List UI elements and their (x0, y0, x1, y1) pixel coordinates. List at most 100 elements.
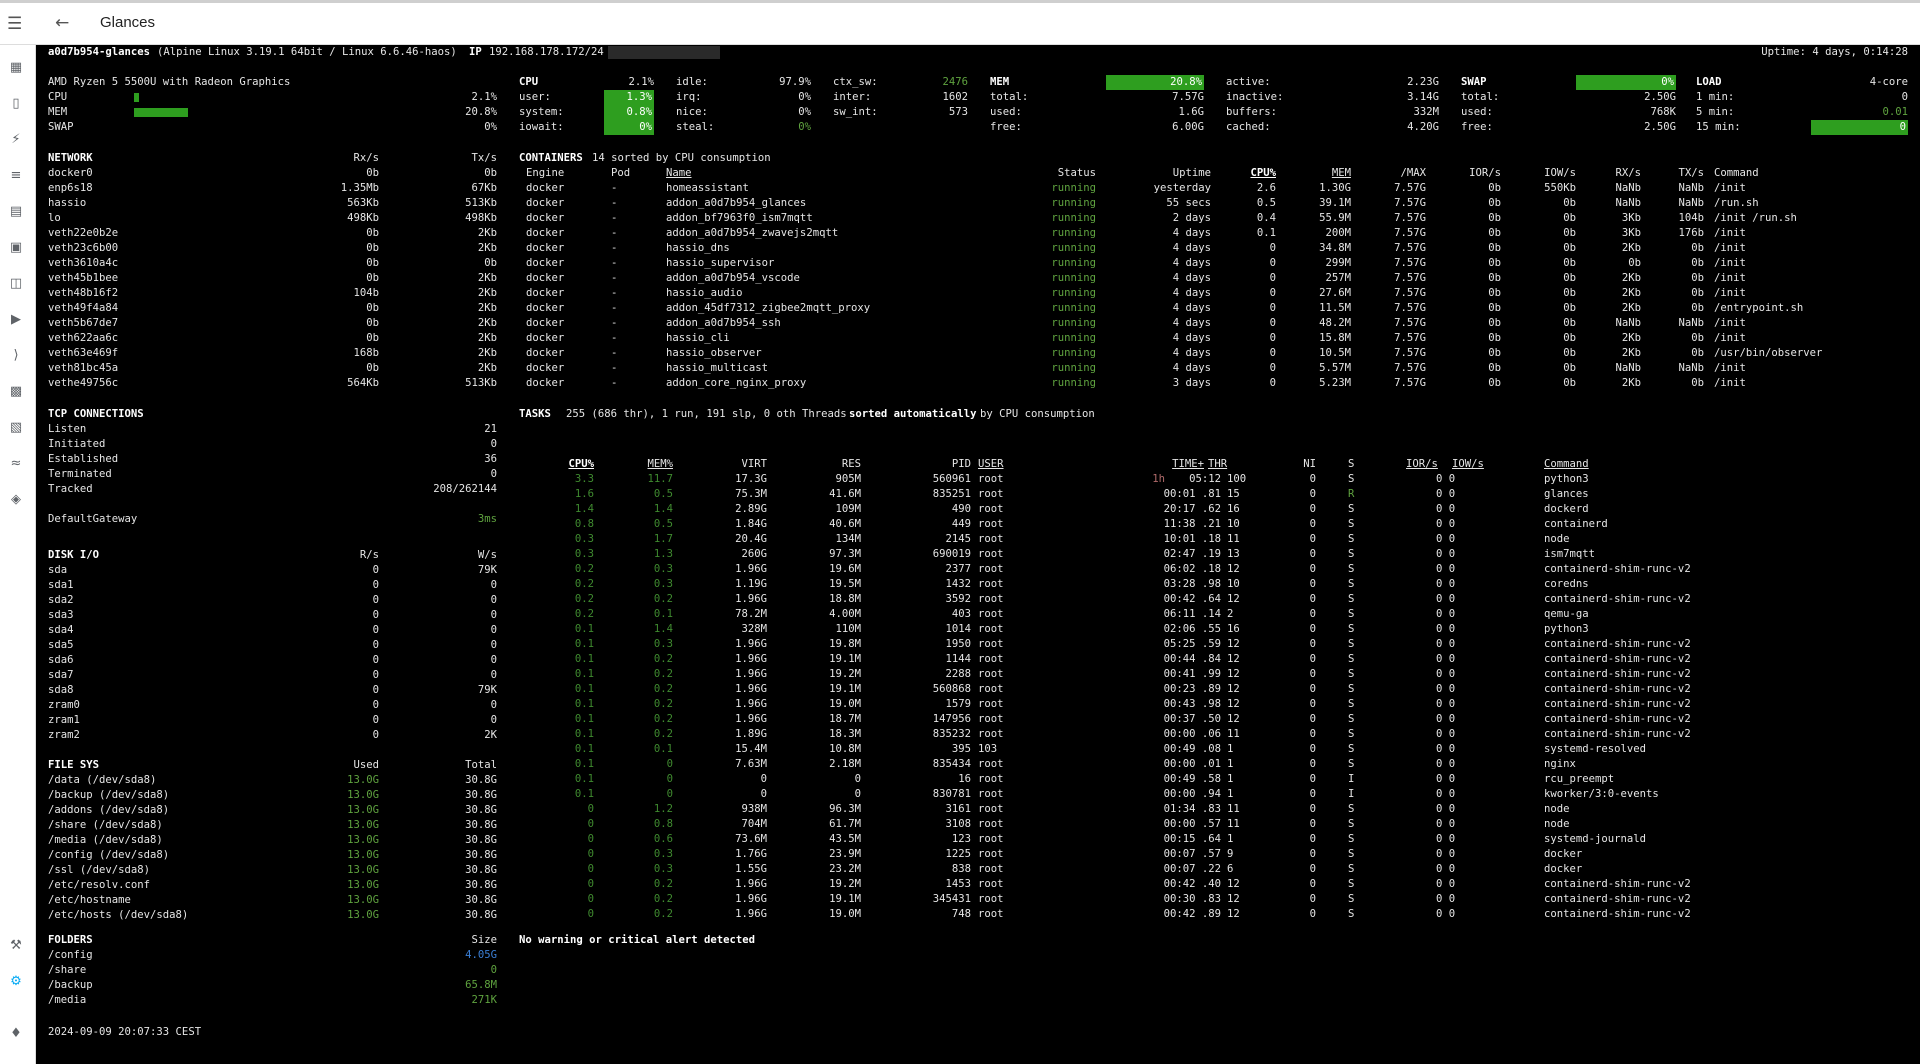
process-nice: 0 (1309, 818, 1316, 830)
process-pid: 3592 (945, 593, 971, 605)
dashboard-icon[interactable]: ▦ (7, 59, 25, 77)
process-status: S (1348, 578, 1355, 590)
map-icon[interactable]: ▯ (7, 95, 25, 113)
container-header[interactable]: Engine (526, 166, 564, 181)
process-io: 0 0 (1436, 653, 1456, 665)
process-user: 103 (978, 743, 998, 755)
disk-write: 79K (477, 684, 497, 696)
process-pid: 838 (951, 863, 971, 875)
settings-icon[interactable]: ⚙ (7, 973, 25, 991)
process-user: root (978, 593, 1004, 605)
process-pid: 1144 (945, 653, 971, 665)
process-header[interactable]: USER (978, 457, 1004, 472)
clipboard-icon[interactable]: ▧ (7, 419, 25, 437)
media-icon[interactable]: ▶ (7, 311, 25, 329)
network-tx: 2Kb (477, 332, 497, 344)
filesys-mount: /ssl (/dev/sda8) (48, 864, 151, 876)
process-io: 0 0 (1436, 608, 1456, 620)
filesys-total: 30.8G (465, 894, 497, 906)
disk-name: sda8 (48, 684, 74, 696)
container-cell: docker (526, 227, 565, 239)
terminal-icon[interactable]: ▩ (7, 383, 25, 401)
redacted-region (608, 46, 720, 59)
process-pid: 690019 (932, 548, 971, 560)
container-header[interactable]: Name (666, 166, 692, 181)
page-title: Glances (100, 14, 156, 31)
network-interface: docker0 (48, 167, 93, 179)
vscode-icon[interactable]: ⟩ (7, 347, 25, 365)
process-command: node (1544, 818, 1570, 830)
filesys-mount: /config (/dev/sda8) (48, 849, 170, 861)
container-cell: addon_a0d7b954_glances (666, 197, 807, 209)
process-header[interactable]: NI (1116, 457, 1316, 472)
process-command: nginx (1544, 758, 1576, 770)
container-header[interactable]: Command (1714, 166, 1759, 181)
disk-write: 79K (477, 564, 497, 576)
process-user: root (978, 668, 1004, 680)
process-command: containerd-shim-runc-v2 (1544, 893, 1691, 905)
process-status: S (1348, 833, 1355, 845)
process-io: 0 0 (1436, 788, 1456, 800)
disk-name: sda7 (48, 669, 74, 681)
process-command: coredns (1544, 578, 1589, 590)
notifications-icon[interactable]: ♦ (7, 1025, 25, 1043)
container-cell: docker (526, 197, 565, 209)
process-status: S (1348, 473, 1355, 485)
process-status: S (1348, 848, 1355, 860)
network-icon[interactable]: ≈ (7, 455, 25, 473)
network-interface: veth45b1bee (48, 272, 119, 284)
process-header[interactable]: IOR/s (1406, 457, 1438, 472)
network-tx: 2Kb (477, 347, 497, 359)
container-cell: 104b (1678, 212, 1704, 224)
process-header[interactable]: PID (771, 457, 971, 472)
developer-tools-icon[interactable]: ⚒ (7, 937, 25, 955)
process-status: S (1348, 563, 1355, 575)
network-interface: veth49f4a84 (48, 302, 119, 314)
process-command: qemu-ga (1544, 608, 1589, 620)
process-user: root (978, 863, 1004, 875)
process-pid: 1014 (945, 623, 971, 635)
quicklook-label: CPU (48, 91, 68, 103)
container-cell: docker (526, 272, 565, 284)
process-io: 0 0 (1436, 833, 1456, 845)
disk-name: zram1 (48, 714, 80, 726)
tasks-sort-key: by CPU consumption (980, 408, 1095, 420)
energy-icon[interactable]: ⚡ (7, 131, 25, 149)
filesys-mount: /data (/dev/sda8) (48, 774, 157, 786)
container-header[interactable]: Pod (611, 166, 630, 181)
calendar-icon[interactable]: ▣ (7, 239, 25, 257)
process-header[interactable]: Command (1544, 457, 1589, 472)
process-header[interactable]: IOW/s (1452, 457, 1484, 472)
process-io: 0 0 (1436, 533, 1456, 545)
shopping-list-icon[interactable]: ◫ (7, 275, 25, 293)
process-command: dockerd (1544, 503, 1589, 515)
compass-icon[interactable]: ◈ (7, 491, 25, 509)
process-io: 0 0 (1436, 503, 1456, 515)
process-user: root (978, 563, 1004, 575)
container-cell: /init (1714, 257, 1746, 269)
container-cell: docker (526, 317, 565, 329)
ip-label: IP (469, 46, 482, 58)
process-pid: 2288 (945, 668, 971, 680)
folder-size: 271K (471, 994, 497, 1006)
container-cell: /init (1714, 182, 1746, 194)
process-status: R (1348, 488, 1355, 500)
cpu-stat-label: user: (519, 91, 551, 103)
history-icon[interactable]: ▤ (7, 203, 25, 221)
menu-icon[interactable]: ☰ (7, 15, 25, 33)
logbook-icon[interactable]: ≡ (7, 167, 25, 185)
swap-stat-value: 2.50G (1644, 121, 1676, 133)
cpu-model: AMD Ryzen 5 5500U with Radeon Graphics (48, 76, 291, 88)
process-pid: 147956 (932, 713, 971, 725)
process-user: root (978, 818, 1004, 830)
container-cell: docker (526, 242, 565, 254)
container-header[interactable]: TX/s (1504, 166, 1704, 181)
process-command: containerd-shim-runc-v2 (1544, 908, 1691, 920)
process-io: 0 0 (1436, 698, 1456, 710)
process-header[interactable]: S (1348, 457, 1354, 472)
back-arrow-icon[interactable]: ← (55, 13, 75, 33)
process-io: 0 0 (1436, 893, 1456, 905)
container-cell: docker (526, 212, 565, 224)
container-cell: - (611, 257, 618, 269)
disk-name: sda1 (48, 579, 74, 591)
